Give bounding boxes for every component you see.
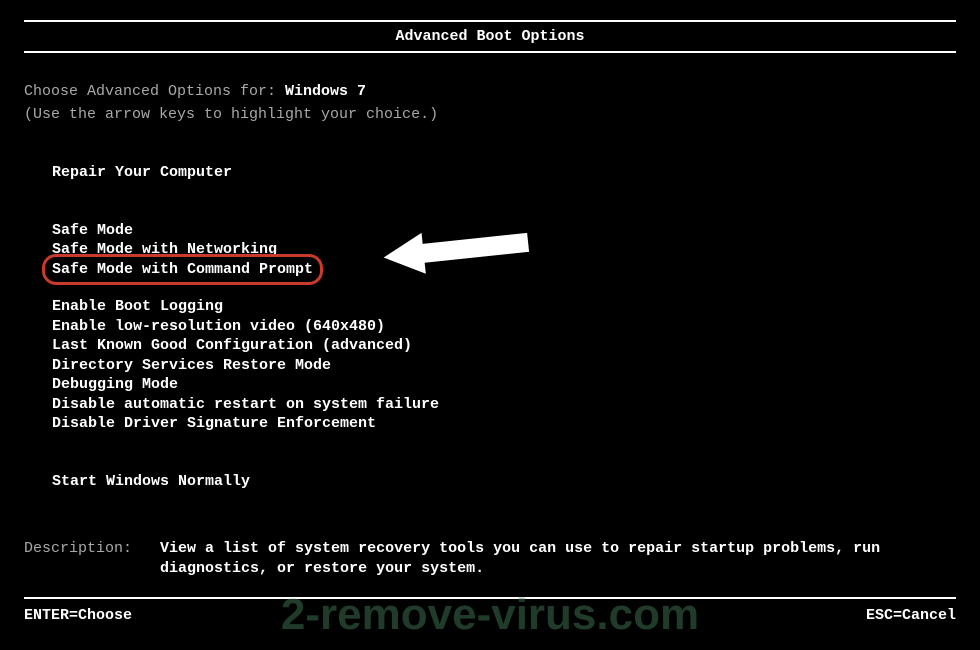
menu-item-safe-mode-cmd[interactable]: Safe Mode with Command Prompt	[52, 260, 313, 280]
menu-item-safe-mode[interactable]: Safe Mode	[52, 221, 133, 241]
boot-menu: Repair Your Computer Safe Mode Safe Mode…	[24, 163, 956, 491]
choose-prefix: Choose Advanced Options for:	[24, 83, 285, 100]
choose-advanced-line: Choose Advanced Options for: Windows 7	[24, 81, 956, 102]
menu-item-boot-logging[interactable]: Enable Boot Logging	[52, 297, 223, 317]
menu-item-safe-mode-networking[interactable]: Safe Mode with Networking	[52, 240, 277, 260]
menu-item-repair[interactable]: Repair Your Computer	[52, 163, 232, 183]
hint-line: (Use the arrow keys to highlight your ch…	[24, 104, 956, 125]
footer-enter: ENTER=Choose	[24, 607, 132, 624]
title-bar: Advanced Boot Options	[24, 20, 956, 53]
footer-bar: ENTER=Choose ESC=Cancel	[24, 597, 956, 624]
page-title: Advanced Boot Options	[395, 28, 584, 45]
menu-item-disable-auto-restart[interactable]: Disable automatic restart on system fail…	[52, 395, 439, 415]
menu-item-ds-restore[interactable]: Directory Services Restore Mode	[52, 356, 331, 376]
os-name: Windows 7	[285, 83, 366, 100]
menu-item-start-normally[interactable]: Start Windows Normally	[52, 472, 250, 492]
description-text: View a list of system recovery tools you…	[160, 539, 956, 580]
menu-item-debugging[interactable]: Debugging Mode	[52, 375, 178, 395]
description-label: Description:	[24, 539, 132, 580]
menu-item-last-known-good[interactable]: Last Known Good Configuration (advanced)	[52, 336, 412, 356]
description-block: Description: View a list of system recov…	[24, 539, 956, 580]
highlighted-item-wrap: Safe Mode with Command Prompt	[52, 260, 313, 280]
menu-item-low-res[interactable]: Enable low-resolution video (640x480)	[52, 317, 385, 337]
footer-esc: ESC=Cancel	[866, 607, 956, 624]
menu-item-disable-driver-sig[interactable]: Disable Driver Signature Enforcement	[52, 414, 376, 434]
